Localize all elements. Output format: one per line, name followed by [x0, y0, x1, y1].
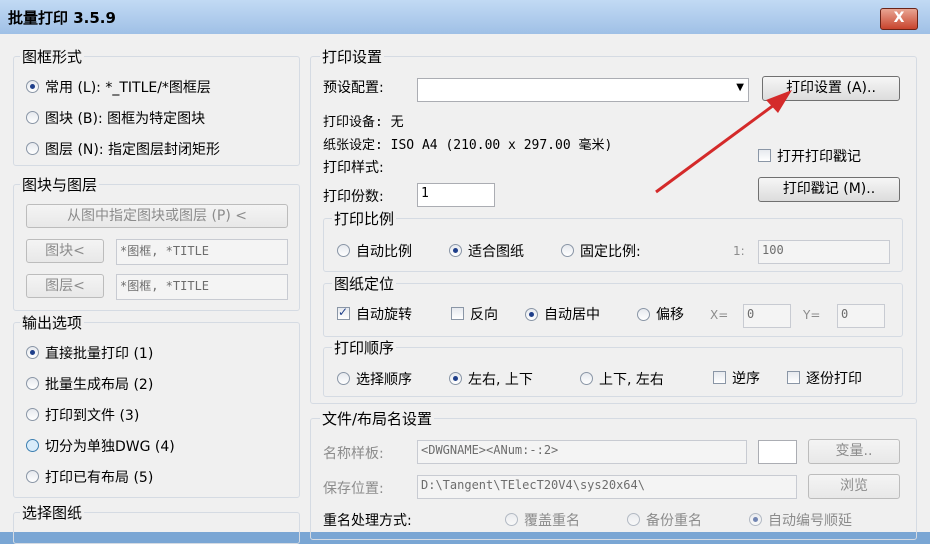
frame-style-label-layer: 图层 (N): 指定图层封闭矩形 — [45, 142, 221, 158]
output-label-gen-layout: 批量生成布局 (2) — [45, 377, 154, 393]
order-label-selection: 选择顺序 — [356, 372, 412, 388]
scale-radio-fixed[interactable] — [561, 244, 574, 257]
rename-label-auto-number: 自动编号顺延 — [768, 513, 852, 529]
order-label-tb-lr: 上下, 左右 — [599, 372, 664, 388]
scale-label-fixed: 固定比例: — [580, 244, 641, 260]
frame-style-radio-common[interactable] — [26, 80, 39, 93]
layer-value-field[interactable]: *图框, *TITLE — [116, 274, 288, 300]
browse-button[interactable]: 浏览 — [808, 474, 900, 499]
offset-x-label: X= — [710, 308, 729, 322]
auto-rotate-label: 自动旋转 — [356, 307, 412, 323]
copies-input[interactable]: 1 — [417, 183, 495, 207]
rename-radio-overwrite[interactable] — [505, 513, 518, 526]
layer-button[interactable]: 图层< — [26, 274, 104, 298]
title-bar: 批量打印 3.5.9 X — [0, 0, 930, 34]
scale-radio-fit[interactable] — [449, 244, 462, 257]
select-drawings-title: 选择图纸 — [20, 502, 85, 523]
frame-style-label-common: 常用 (L): *_TITLE/*图框层 — [45, 80, 211, 96]
blocks-layers-title: 图块与图层 — [20, 174, 100, 195]
reverse-direction-label: 反向 — [470, 307, 498, 323]
print-stamp-checkbox-label: 打开打印戳记 — [777, 149, 861, 165]
order-radio-selection[interactable] — [337, 372, 350, 385]
preset-label: 预设配置: — [323, 80, 384, 96]
offset-y-input[interactable]: 0 — [837, 304, 885, 328]
variable-button[interactable]: 变量.. — [808, 439, 900, 464]
reverse-order-label: 逆序 — [732, 371, 760, 387]
paper-size-label: 纸张设定: ISO A4 (210.00 x 297.00 毫米) — [323, 138, 613, 153]
output-radio-print-to-file[interactable] — [26, 408, 39, 421]
pick-block-layer-button[interactable]: 从图中指定图块或图层 (P) < — [26, 204, 288, 228]
output-radio-existing-layout[interactable] — [26, 470, 39, 483]
dialog-body: 图框形式 常用 (L): *_TITLE/*图框层 图块 (B): 图框为特定图… — [0, 34, 930, 544]
offset-radio[interactable] — [637, 308, 650, 321]
auto-center-radio[interactable] — [525, 308, 538, 321]
order-radio-lr-tb[interactable] — [449, 372, 462, 385]
block-button[interactable]: 图块< — [26, 239, 104, 263]
rename-radio-backup[interactable] — [627, 513, 640, 526]
output-radio-direct-print[interactable] — [26, 346, 39, 359]
copies-label: 打印份数: — [323, 189, 384, 205]
order-radio-tb-lr[interactable] — [580, 372, 593, 385]
rename-label-overwrite: 覆盖重名 — [524, 513, 580, 529]
scale-ratio-prefix: 1: — [733, 244, 745, 258]
close-button[interactable]: X — [880, 8, 918, 30]
name-template-input[interactable]: <DWGNAME><ANum:-:2> — [417, 440, 747, 464]
print-stamp-button[interactable]: 打印戳记 (M).. — [758, 177, 900, 202]
copy-by-copy-checkbox[interactable] — [787, 371, 800, 384]
copy-by-copy-label: 逐份打印 — [806, 371, 862, 387]
auto-center-label: 自动居中 — [544, 307, 600, 323]
print-settings-title: 打印设置 — [320, 46, 385, 67]
output-radio-gen-layout[interactable] — [26, 377, 39, 390]
save-location-input[interactable]: D:\Tangent\TElecT20V4\sys20x64\ — [417, 475, 797, 499]
print-order-title: 打印顺序 — [332, 337, 397, 358]
print-scale-title: 打印比例 — [332, 208, 397, 229]
offset-y-label: Y= — [803, 308, 821, 322]
block-value-field[interactable]: *图框, *TITLE — [116, 239, 288, 265]
print-device-label: 打印设备: 无 — [323, 115, 404, 130]
frame-style-radio-block[interactable] — [26, 111, 39, 124]
output-label-existing-layout: 打印已有布局 (5) — [45, 470, 154, 486]
reverse-direction-checkbox[interactable] — [451, 307, 464, 320]
print-style-label: 打印样式: — [323, 160, 384, 176]
rename-mode-label: 重名处理方式: — [323, 513, 412, 529]
rename-label-backup: 备份重名 — [646, 513, 702, 529]
frame-style-title: 图框形式 — [20, 46, 85, 67]
offset-x-input[interactable]: 0 — [743, 304, 791, 328]
name-extra-box[interactable] — [758, 440, 797, 464]
output-options-title: 输出选项 — [20, 312, 85, 333]
paper-position-title: 图纸定位 — [332, 273, 397, 294]
name-template-label: 名称样板: — [323, 446, 384, 462]
print-settings-button[interactable]: 打印设置 (A).. — [762, 76, 900, 101]
scale-radio-auto[interactable] — [337, 244, 350, 257]
scale-label-auto: 自动比例 — [356, 244, 412, 260]
offset-label: 偏移 — [656, 307, 684, 323]
file-name-title: 文件/布局名设置 — [320, 408, 435, 429]
scale-label-fit: 适合图纸 — [468, 244, 524, 260]
save-location-label: 保存位置: — [323, 481, 384, 497]
scale-ratio-input[interactable]: 100 — [758, 240, 890, 264]
auto-rotate-checkbox[interactable] — [337, 305, 350, 320]
order-label-lr-tb: 左右, 上下 — [468, 372, 533, 388]
frame-style-radio-layer[interactable] — [26, 142, 39, 155]
output-label-split-dwg: 切分为单独DWG (4) — [45, 439, 175, 455]
chevron-down-icon: ▼ — [736, 82, 744, 93]
window-title: 批量打印 3.5.9 — [8, 9, 116, 27]
output-label-print-to-file: 打印到文件 (3) — [45, 408, 140, 424]
output-label-direct-print: 直接批量打印 (1) — [45, 346, 154, 362]
rename-radio-auto-number[interactable] — [749, 513, 762, 526]
preset-dropdown[interactable]: ▼ — [417, 78, 749, 102]
reverse-order-checkbox[interactable] — [713, 371, 726, 384]
frame-style-label-block: 图块 (B): 图框为特定图块 — [45, 111, 206, 127]
print-stamp-checkbox[interactable] — [758, 149, 771, 162]
output-radio-split-dwg[interactable] — [26, 439, 39, 452]
